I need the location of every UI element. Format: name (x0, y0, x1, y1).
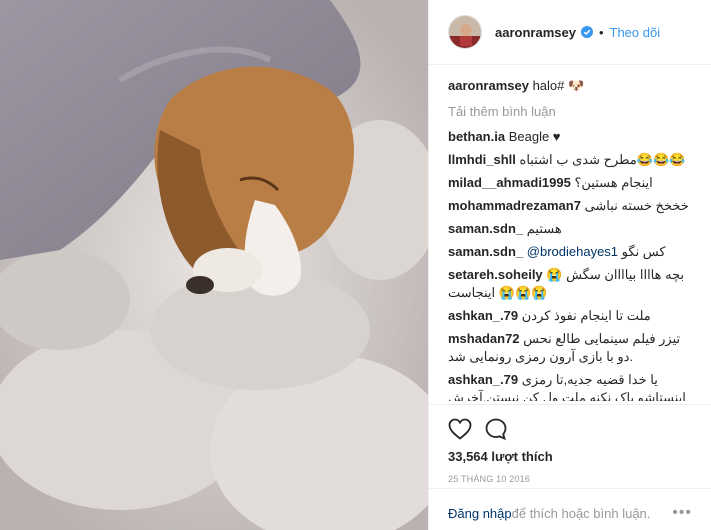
comment-text: اینجام هستین؟ (574, 175, 653, 190)
caption-username[interactable]: aaronramsey (448, 78, 529, 93)
beagle-photo-illustration (0, 0, 428, 530)
comment-username[interactable]: ashkan_.79 (448, 308, 518, 323)
add-comment-bar: Đăng nhập để thích hoặc bình luận. ••• (429, 488, 711, 522)
post-actions: 33,564 lượt thích 25 THÁNG 10 2016 (429, 404, 711, 484)
comment-item: saman.sdn_ هستیم (448, 220, 695, 238)
action-icons (448, 417, 695, 443)
comment-username[interactable]: milad__ahmadi1995 (448, 175, 571, 190)
comment-list[interactable]: aaronramsey ‫🐶 #halo‬ Tải thêm bình luận… (429, 65, 711, 401)
avatar[interactable] (448, 15, 482, 49)
header-separator: • (598, 24, 604, 40)
avatar-image (449, 16, 481, 48)
login-link[interactable]: Đăng nhập (448, 506, 512, 521)
comment-item: ashkan_.79 یا خدا قضیه جدیه,تا رمزی اینس… (448, 371, 695, 401)
comment-username[interactable]: mohammadrezaman7 (448, 198, 581, 213)
comment-username[interactable]: saman.sdn_ (448, 221, 523, 236)
header-username[interactable]: aaronramsey (495, 25, 576, 40)
post-caption: aaronramsey ‫🐶 #halo‬ (448, 77, 695, 95)
comment-item: saman.sdn_ @brodiehayes1 کس نگو (448, 243, 695, 261)
comment-text: ملت تا اینجام نفوذ کردن (521, 308, 651, 323)
comment-mention[interactable]: @brodiehayes1 (527, 244, 618, 259)
verified-badge-icon (580, 26, 593, 38)
follow-button[interactable]: Theo dõi (610, 25, 661, 40)
comment-item: mshadan72 تیزر فیلم سینمایی طالع نحس دو … (448, 330, 695, 366)
comment-text: مطرح شدی ب اشتباه😂😂😂 (519, 152, 686, 167)
post-date[interactable]: 25 THÁNG 10 2016 (448, 474, 695, 484)
comment-item: bethan.ia Beagle ♥ (448, 128, 695, 146)
comment-username[interactable]: setareh.soheily (448, 267, 543, 282)
comment-text: کس نگو (621, 244, 666, 259)
comment-item: milad__ahmadi1995 اینجام هستین؟ (448, 174, 695, 192)
comment-username[interactable]: saman.sdn_ (448, 244, 523, 259)
comment-item: ashkan_.79 ملت تا اینجام نفوذ کردن (448, 307, 695, 325)
comment-text: Beagle ♥ (508, 129, 561, 144)
post-photo[interactable] (0, 0, 428, 530)
comment-item: mohammadrezaman7 خخخخ خسته نباشی (448, 197, 695, 215)
post-sidebar: aaronramsey • Theo dõi aaronramsey ‫🐶 #h… (428, 0, 711, 530)
load-more-comments-link[interactable]: Tải thêm bình luận (448, 104, 695, 119)
comment-username[interactable]: bethan.ia (448, 129, 505, 144)
comment-text: هستیم (526, 221, 562, 236)
comment-icon[interactable] (484, 417, 508, 444)
login-prompt-text: để thích hoặc bình luận. (511, 505, 651, 521)
comment-item: setareh.soheily 😭 بچه هاااا بیاااان سگش … (448, 266, 695, 302)
caption-text: ‫🐶 #halo‬ (532, 78, 585, 93)
post-header: aaronramsey • Theo dõi (429, 0, 711, 65)
comment-username[interactable]: ashkan_.79 (448, 372, 518, 387)
heart-icon[interactable] (448, 418, 472, 443)
comment-text: خخخخ خسته نباشی (584, 198, 689, 213)
more-options-icon[interactable]: ••• (672, 504, 692, 522)
comment-username[interactable]: mshadan72 (448, 331, 520, 346)
like-count[interactable]: 33,564 lượt thích (448, 449, 695, 464)
comment-item: llmhdi_shll مطرح شدی ب اشتباه😂😂😂 (448, 151, 695, 169)
comment-username[interactable]: llmhdi_shll (448, 152, 516, 167)
